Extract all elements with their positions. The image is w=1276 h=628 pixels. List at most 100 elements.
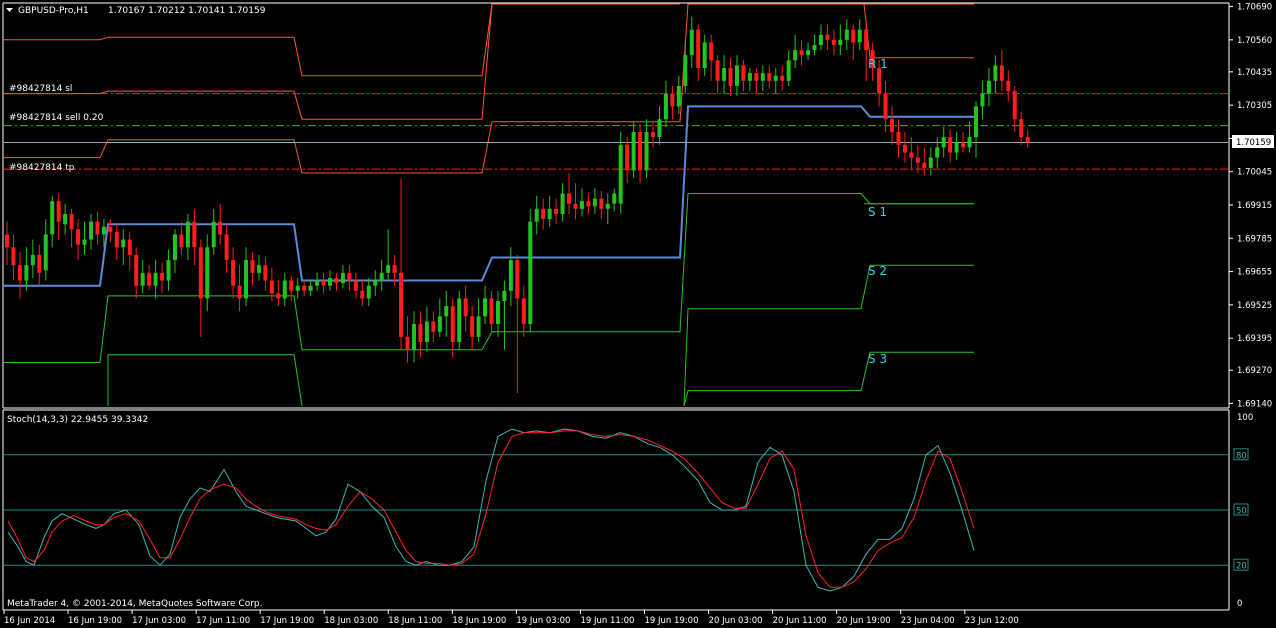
candle-body [676, 85, 681, 107]
candle-body [411, 324, 416, 350]
candle-body [715, 60, 720, 81]
candle-body [502, 290, 507, 302]
candle-body [56, 201, 61, 222]
candle-body [670, 93, 675, 107]
candle-body [922, 162, 927, 168]
candle-body [657, 119, 662, 138]
time-tick-label: 17 Jun 19:00 [260, 616, 314, 626]
time-tick-label: 18 Jun 11:00 [388, 616, 442, 626]
candle-body [76, 229, 81, 245]
candle-body [567, 193, 572, 204]
candle-body [651, 132, 655, 138]
candle-body [909, 152, 914, 158]
candle-body [11, 247, 16, 266]
candle [457, 290, 462, 350]
candle-body [631, 132, 636, 171]
pivot-label-s1: S 1 [868, 205, 887, 219]
candle-body [302, 285, 307, 291]
candle-body [793, 50, 798, 61]
candle-body [773, 75, 778, 81]
candle-body [63, 213, 68, 225]
candle-body [392, 265, 397, 273]
candle-body [599, 198, 604, 209]
candle-body [205, 247, 210, 299]
candle-body [373, 280, 378, 286]
candle-body [50, 201, 55, 235]
chart-header: GBPUSD-Pro,H1 1.70167 1.70212 1.70141 1.… [6, 6, 266, 16]
candle-body [17, 265, 22, 281]
candle-body [579, 201, 584, 209]
candle-body [864, 29, 869, 51]
order-entry-label: #98427814 sell 0.20 [9, 113, 104, 123]
candle-body [160, 272, 165, 281]
candle-body [941, 137, 946, 148]
time-tick-label: 19 Jun 19:00 [645, 616, 699, 626]
stoch-level-label: 80 [1236, 451, 1247, 461]
candle-body [838, 39, 843, 45]
chart-window[interactable]: 80 50 20 100 0 1.70690 1.70560 1.70435 1.70305 1.… [0, 0, 1276, 628]
candle-body [444, 306, 449, 317]
candle-body [883, 93, 888, 120]
candle [528, 208, 533, 332]
order-tp-label: #98427814 tp [9, 163, 75, 173]
candle-body [69, 213, 74, 230]
time-tick-label: 16 Jun 19:00 [68, 616, 122, 626]
candle-body [954, 142, 959, 153]
candle-body [709, 42, 714, 61]
candle-body [153, 272, 158, 286]
price-tick-label: 1.69785 [1237, 234, 1272, 244]
candle-body [573, 203, 578, 209]
candle-body [269, 280, 274, 294]
candle-body [928, 157, 933, 168]
symbol-label: GBPUSD-Pro,H1 [18, 6, 89, 16]
candle-body [218, 221, 223, 235]
current-price-tag: 1.70159 [1232, 135, 1274, 148]
candle-body [638, 132, 643, 171]
candle-body [980, 93, 985, 107]
candle-body [276, 293, 281, 299]
candle-body [818, 34, 823, 45]
candle-body [289, 280, 294, 291]
candle-body [114, 231, 119, 248]
candle-body [799, 50, 804, 56]
time-tick-label: 20 Jun 03:00 [709, 616, 763, 626]
price-tick-label: 1.69140 [1237, 399, 1272, 409]
candle-body [961, 142, 966, 148]
candle-body [696, 29, 701, 69]
candle-body [825, 34, 830, 40]
candle-body [95, 221, 100, 235]
candle-body [88, 221, 93, 240]
candle-body [37, 254, 42, 273]
candle-body [612, 193, 617, 204]
candle-body [1012, 91, 1017, 120]
candle-body [605, 203, 610, 209]
candle-body [812, 44, 817, 51]
candle-body [967, 137, 972, 148]
candle-body [767, 73, 772, 81]
candle-body [683, 55, 688, 86]
candle-body [722, 68, 727, 81]
candle-body [896, 132, 901, 145]
candle-body [263, 265, 268, 281]
candle-body [948, 137, 953, 153]
candle-body [999, 65, 1004, 81]
candle-body [541, 208, 546, 220]
candle-body [431, 321, 436, 332]
candle-body [586, 201, 591, 207]
time-tick-label: 17 Jun 03:00 [132, 616, 186, 626]
candle-body [147, 272, 152, 286]
candle-body [30, 254, 35, 266]
candle-body [418, 324, 423, 342]
candle-body [224, 234, 229, 261]
candle-body [172, 234, 177, 261]
price-tick-label: 1.70690 [1237, 3, 1272, 13]
candle-body [315, 280, 320, 286]
candle-body [366, 285, 371, 299]
current-price-value: 1.70159 [1236, 138, 1271, 148]
price-tick-label: 1.69655 [1237, 268, 1272, 278]
candle-body [974, 106, 978, 138]
time-tick-label: 23 Jun 04:00 [901, 616, 955, 626]
candle-body [127, 239, 132, 255]
candle-body [256, 265, 261, 273]
time-tick-label: 19 Jun 03:00 [516, 616, 570, 626]
